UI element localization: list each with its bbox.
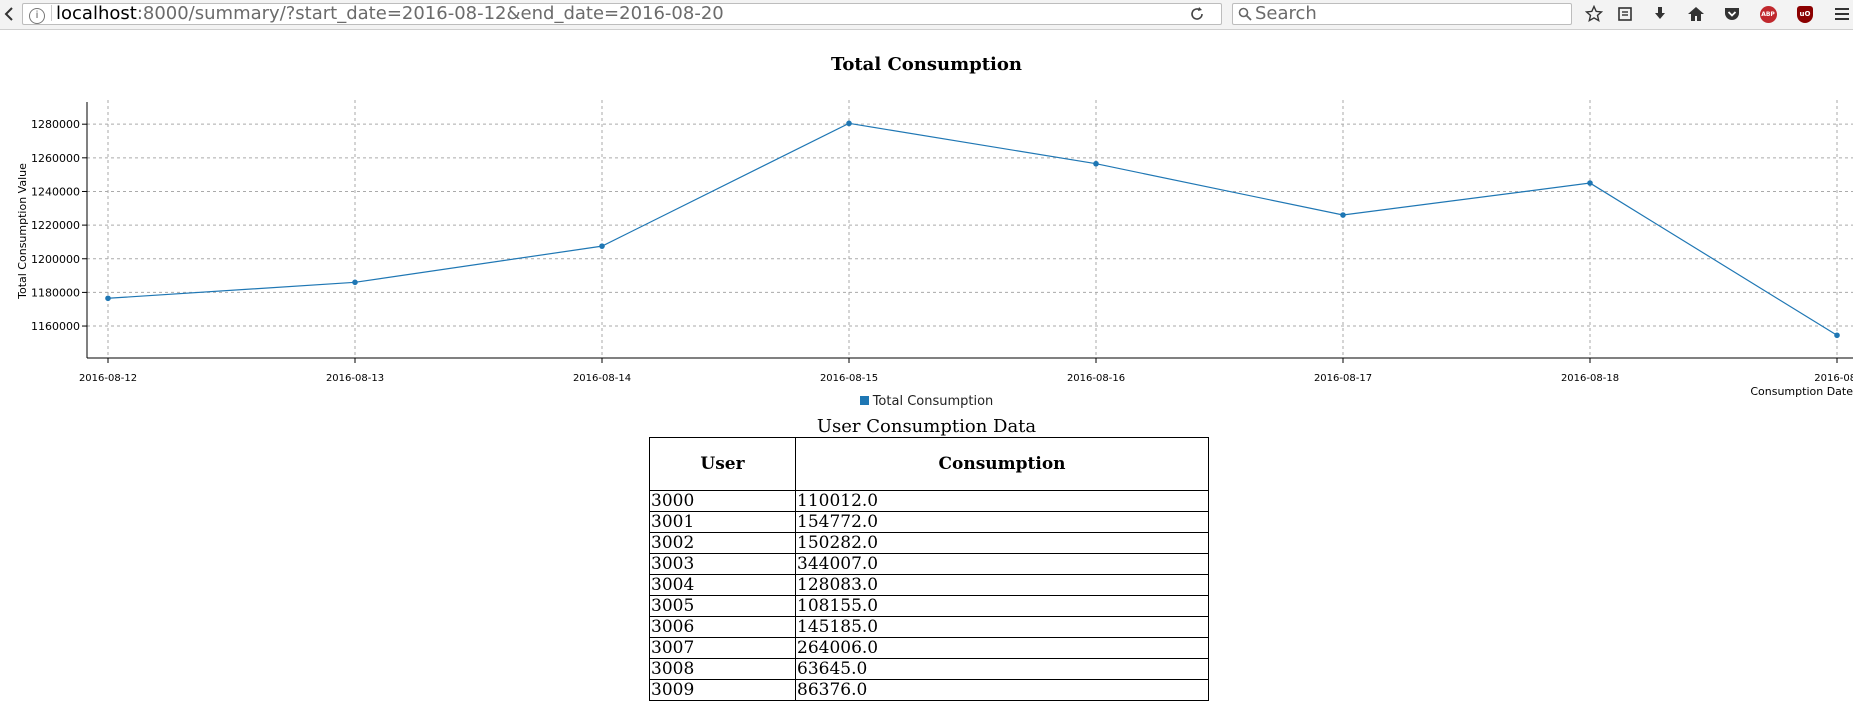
- table-row: 3004 128083.0: [649, 574, 1209, 596]
- cell-user: 3004: [649, 574, 796, 596]
- series-line: [107, 122, 1838, 336]
- search-placeholder: Search: [1255, 3, 1317, 24]
- legend-swatch: [859, 396, 869, 405]
- table-caption: User Consumption Data: [816, 416, 1037, 437]
- user-consumption-table: User Consumption 3000 110012.0 3001 154772.…: [649, 437, 1209, 701]
- line-chart: 1160000 1180000 1200000 1220000 1240000 12600…: [16, 100, 1853, 398]
- y-tick-label: 1280000: [31, 118, 80, 131]
- pocket-icon[interactable]: [1722, 4, 1742, 24]
- table-header-row: User Consumption: [649, 437, 1209, 491]
- url-path: :8000/summary/?start_date=2016-08-12&end…: [136, 3, 724, 24]
- x-tick-label: 2016-08-15: [820, 373, 878, 384]
- table-row: 3001 154772.0: [649, 511, 1209, 533]
- cell-user: 3000: [649, 490, 796, 512]
- data-point: [1093, 160, 1099, 167]
- table-row: 3005 108155.0: [649, 595, 1209, 617]
- chart-title: Total Consumption: [831, 54, 1022, 75]
- table-row: 3007 264006.0: [649, 637, 1209, 659]
- home-icon[interactable]: [1686, 4, 1706, 24]
- cell-consumption: 145185.0: [795, 616, 1209, 638]
- y-tick-label: 1160000: [31, 320, 80, 333]
- table-row: 3000 110012.0: [649, 490, 1209, 512]
- table-row: 3009 86376.0: [649, 679, 1209, 701]
- y-tick-label: 1220000: [31, 219, 80, 232]
- cell-consumption: 264006.0: [795, 637, 1209, 659]
- url-host: localhost: [56, 3, 137, 24]
- data-point: [105, 295, 111, 302]
- y-tick-label: 1200000: [31, 253, 80, 266]
- table-row: 3008 63645.0: [649, 658, 1209, 680]
- adblock-plus-icon[interactable]: ABP: [1758, 4, 1778, 24]
- url-bar[interactable]: i localhost:8000/summary/?start_date=2016…: [22, 3, 1222, 25]
- data-point: [1340, 212, 1346, 218]
- reading-list-icon[interactable]: [1615, 4, 1635, 24]
- cell-user: 3008: [649, 658, 796, 680]
- y-tick-label: 1260000: [31, 152, 80, 165]
- search-input[interactable]: Search: [1232, 3, 1572, 25]
- column-header-user: User: [649, 437, 796, 491]
- browser-toolbar: i localhost:8000/summary/?start_date=2016…: [0, 0, 1853, 30]
- cell-consumption: 128083.0: [795, 574, 1209, 596]
- cell-consumption: 86376.0: [795, 679, 1209, 701]
- legend-label: Total Consumption: [872, 394, 994, 409]
- data-point: [1834, 332, 1840, 339]
- cell-user: 3006: [649, 616, 796, 638]
- cell-user: 3009: [649, 679, 796, 701]
- cell-consumption: 63645.0: [795, 658, 1209, 680]
- y-tick-label: 1180000: [31, 286, 80, 299]
- x-tick-label: 2016-08-18: [1561, 373, 1619, 384]
- back-arrow-icon[interactable]: [0, 4, 20, 24]
- data-point: [1587, 180, 1593, 186]
- chart-legend[interactable]: Total Consumption: [0, 394, 1853, 409]
- x-tick-label: 2016-08-13: [326, 373, 384, 384]
- data-point: [352, 279, 358, 286]
- table-row: 3002 150282.0: [649, 532, 1209, 554]
- data-point: [599, 243, 605, 249]
- y-tick-label: 1240000: [31, 185, 80, 198]
- cell-consumption: 344007.0: [795, 553, 1209, 575]
- y-axis-label: Total Consumption Value: [16, 163, 29, 300]
- table-row: 3003 344007.0: [649, 553, 1209, 575]
- x-tick-label: 2016-08-16: [1067, 373, 1125, 384]
- bookmark-star-icon[interactable]: [1584, 4, 1604, 24]
- cell-user: 3001: [649, 511, 796, 533]
- cell-user: 3005: [649, 595, 796, 617]
- x-tick-label: 2016-08-17: [1314, 373, 1372, 384]
- url-divider: [51, 5, 52, 21]
- column-header-consumption: Consumption: [795, 437, 1209, 491]
- menu-hamburger-icon[interactable]: [1832, 4, 1852, 24]
- cell-user: 3002: [649, 532, 796, 554]
- x-tick-label: 2016-08-12: [79, 373, 137, 384]
- cell-user: 3007: [649, 637, 796, 659]
- cell-consumption: 110012.0: [795, 490, 1209, 512]
- cell-consumption: 108155.0: [795, 595, 1209, 617]
- x-tick-label: 2016-08-: [1814, 373, 1853, 384]
- ublock-origin-icon[interactable]: uO: [1795, 4, 1815, 24]
- table-row: 3006 145185.0: [649, 616, 1209, 638]
- info-icon[interactable]: i: [29, 8, 45, 24]
- reload-icon[interactable]: [1188, 4, 1206, 24]
- cell-consumption: 150282.0: [795, 532, 1209, 554]
- x-tick-label: 2016-08-14: [573, 373, 631, 384]
- cell-user: 3003: [649, 553, 796, 575]
- download-icon[interactable]: [1650, 4, 1670, 24]
- cell-consumption: 154772.0: [795, 511, 1209, 533]
- search-icon: [1238, 6, 1252, 26]
- data-point: [846, 120, 852, 127]
